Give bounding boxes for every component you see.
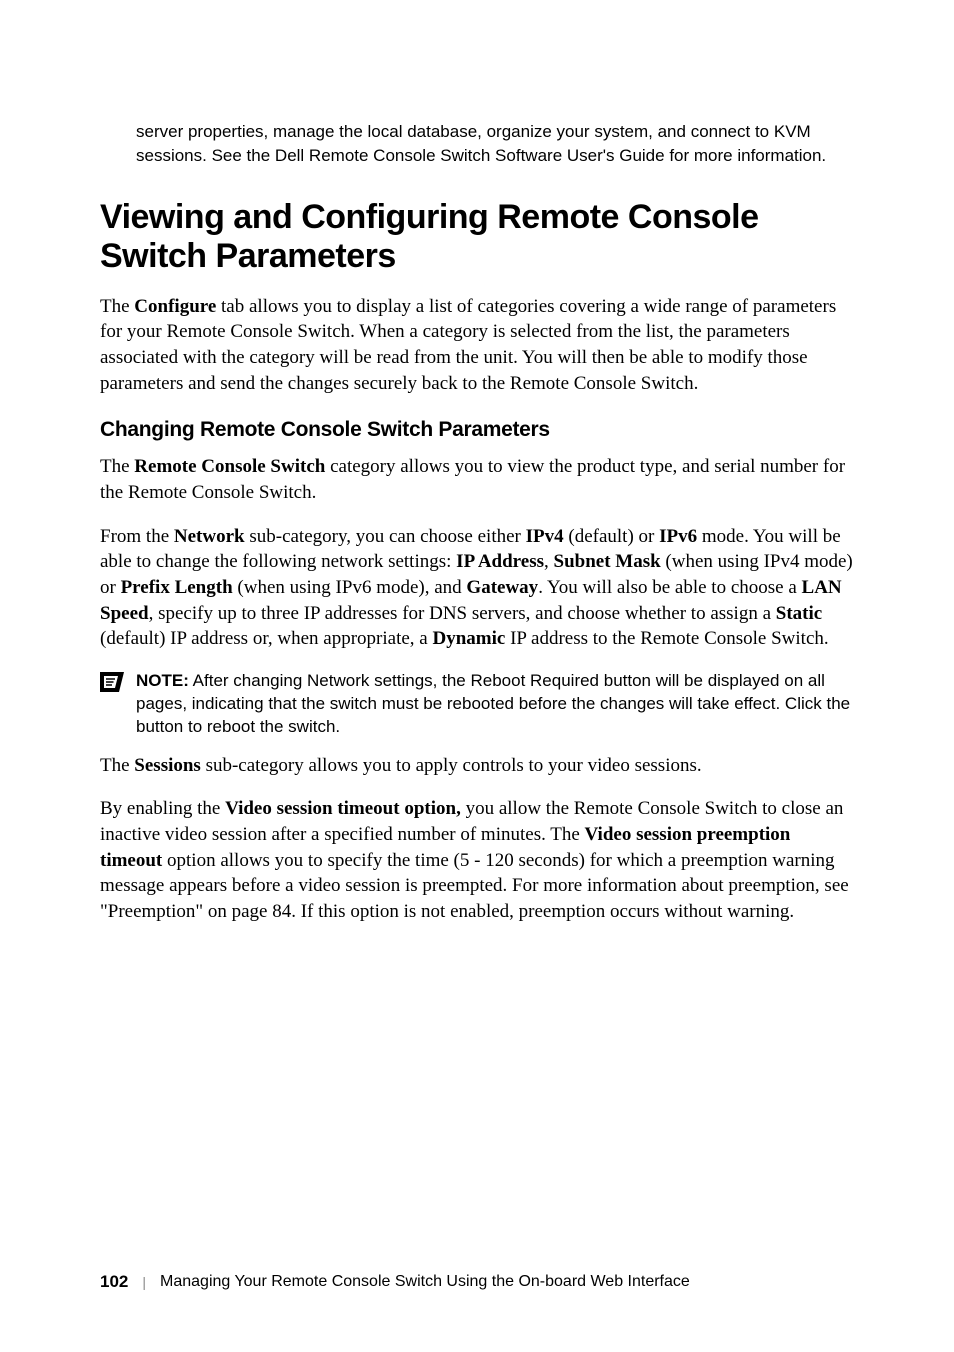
text-run: . You will also be able to choose a: [538, 577, 801, 598]
video-paragraph: By enabling the Video session timeout op…: [100, 796, 854, 924]
bold-subnet: Subnet Mask: [554, 551, 661, 572]
bold-ipaddress: IP Address: [456, 551, 544, 572]
note-icon: [100, 672, 124, 697]
sessions-paragraph: The Sessions sub-category allows you to …: [100, 753, 854, 779]
text-run: (default) or: [564, 526, 659, 547]
note-block: NOTE: After changing Network settings, t…: [100, 670, 854, 739]
text-run: IP address to the Remote Console Switch.: [505, 628, 828, 649]
text-run: , specify up to three IP addresses for D…: [149, 603, 776, 624]
text-run: (when using IPv6 mode), and: [233, 577, 467, 598]
note-text: NOTE: After changing Network settings, t…: [136, 670, 854, 739]
main-heading: Viewing and Configuring Remote Console S…: [100, 198, 854, 276]
text-run: The: [100, 296, 134, 317]
rcs-paragraph: The Remote Console Switch category allow…: [100, 454, 854, 505]
bold-gateway: Gateway: [466, 577, 538, 598]
bold-ipv4: IPv4: [526, 526, 564, 547]
bold-sessions: Sessions: [134, 755, 201, 776]
bold-ipv6: IPv6: [659, 526, 697, 547]
bold-rcs: Remote Console Switch: [134, 456, 325, 477]
intro-paragraph: server properties, manage the local data…: [136, 120, 854, 168]
network-paragraph: From the Network sub-category, you can c…: [100, 524, 854, 652]
text-run: ,: [544, 551, 554, 572]
bold-video-timeout: Video session timeout option,: [225, 798, 461, 819]
page-footer: 102 | Managing Your Remote Console Switc…: [100, 1272, 690, 1292]
footer-separator: |: [142, 1274, 146, 1290]
bold-static: Static: [776, 603, 822, 624]
text-run: sub-category allows you to apply control…: [201, 755, 702, 776]
text-run: (default) IP address or, when appropriat…: [100, 628, 433, 649]
text-run: From the: [100, 526, 174, 547]
bold-prefix: Prefix Length: [121, 577, 233, 598]
text-run: The: [100, 456, 134, 477]
bold-configure: Configure: [134, 296, 216, 317]
text-run: option allows you to specify the time (5…: [100, 850, 849, 922]
text-run: By enabling the: [100, 798, 225, 819]
text-run: sub-category, you can choose either: [245, 526, 526, 547]
text-run: The: [100, 755, 134, 776]
configure-paragraph: The Configure tab allows you to display …: [100, 294, 854, 397]
note-body: After changing Network settings, the Reb…: [136, 671, 850, 736]
page-number: 102: [100, 1272, 128, 1292]
note-label: NOTE:: [136, 671, 189, 690]
sub-heading: Changing Remote Console Switch Parameter…: [100, 418, 854, 442]
bold-network: Network: [174, 526, 245, 547]
bold-dynamic: Dynamic: [433, 628, 506, 649]
footer-title: Managing Your Remote Console Switch Usin…: [160, 1273, 690, 1291]
